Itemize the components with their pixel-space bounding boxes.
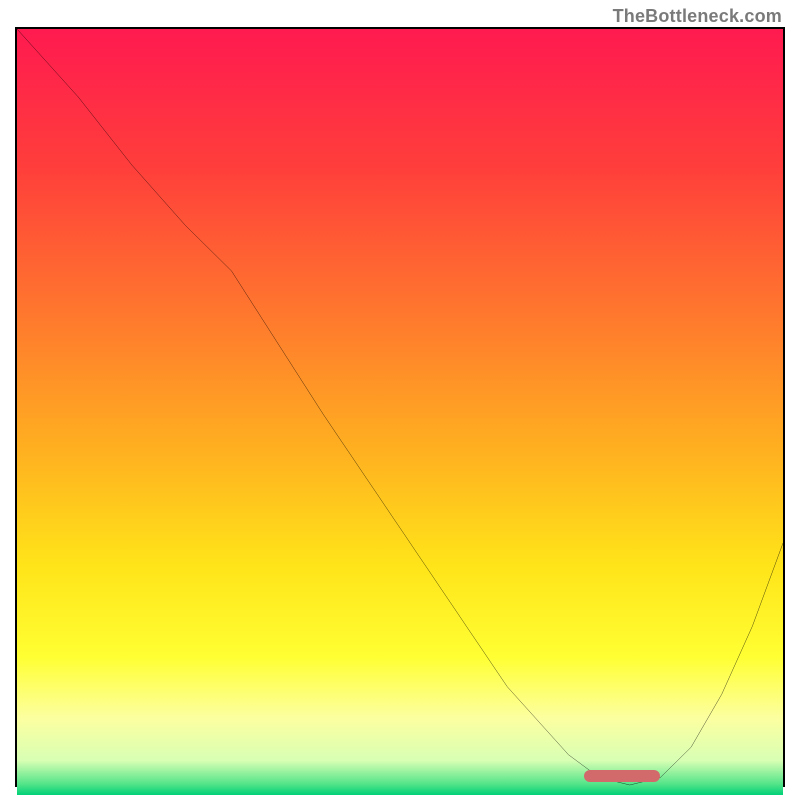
chart-plot-area bbox=[15, 27, 785, 787]
optimal-range-marker bbox=[584, 770, 661, 782]
chart-line-curve bbox=[17, 29, 783, 785]
watermark-text: TheBottleneck.com bbox=[613, 6, 782, 27]
